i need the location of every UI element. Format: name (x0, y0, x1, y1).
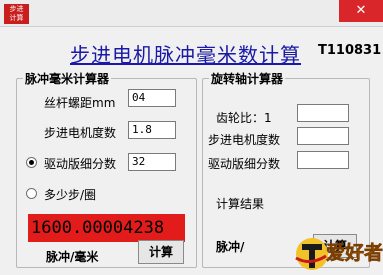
close-button[interactable]: ✕ (339, 0, 383, 22)
screw-pitch-label: 丝杆螺距mm (44, 96, 116, 110)
steps-per-rev-label: 多少步/圈 (44, 188, 97, 202)
microstep-label: 驱动版细分数 (44, 157, 117, 171)
steps-per-rev-radio[interactable] (26, 188, 37, 199)
gear-ratio-label: 齿轮比：1 (216, 111, 272, 125)
rotary-unit-label: 脉冲/ (216, 240, 245, 254)
watermark-logo: 爱好者 (290, 226, 383, 272)
model-number: T110831 (318, 43, 382, 58)
pulse-per-mm-unit-label: 脉冲/毫米 (46, 250, 99, 264)
left-calc-button[interactable]: 计算 (138, 240, 184, 264)
watermark-graphic: 爱好者 (295, 238, 383, 270)
microstep-radio[interactable] (26, 157, 37, 168)
step-angle-label: 步进电机度数 (44, 126, 117, 140)
rotary-microstep-label: 驱动版细分数 (208, 157, 281, 171)
title-bar: 步进 计算 ✕ (0, 0, 383, 27)
app-icon-text: 步进 计算 (9, 5, 24, 22)
pulse-per-mm-result: 1600.00004238 (28, 214, 185, 242)
page-title: 步进电机脉冲毫米数计算 (70, 43, 301, 67)
rotary-axis-calculator-legend: 旋转轴计算器 (211, 72, 284, 86)
watermark-text: 爱好者 (326, 241, 383, 264)
step-angle-input[interactable]: 1.8 (128, 121, 176, 139)
close-icon: ✕ (355, 3, 367, 18)
rotary-result-label: 计算结果 (216, 197, 265, 211)
app-icon: 步进 计算 (4, 4, 29, 24)
rotary-step-angle-label: 步进电机度数 (208, 133, 281, 147)
rotary-step-angle-input[interactable] (297, 127, 349, 145)
pulse-mm-calculator-legend: 脉冲毫米计算器 (25, 72, 110, 86)
rotary-microstep-input[interactable] (297, 151, 349, 169)
gear-ratio-input[interactable] (297, 104, 349, 122)
screw-pitch-input[interactable]: 04 (128, 89, 176, 107)
microstep-input[interactable]: 32 (128, 153, 176, 171)
